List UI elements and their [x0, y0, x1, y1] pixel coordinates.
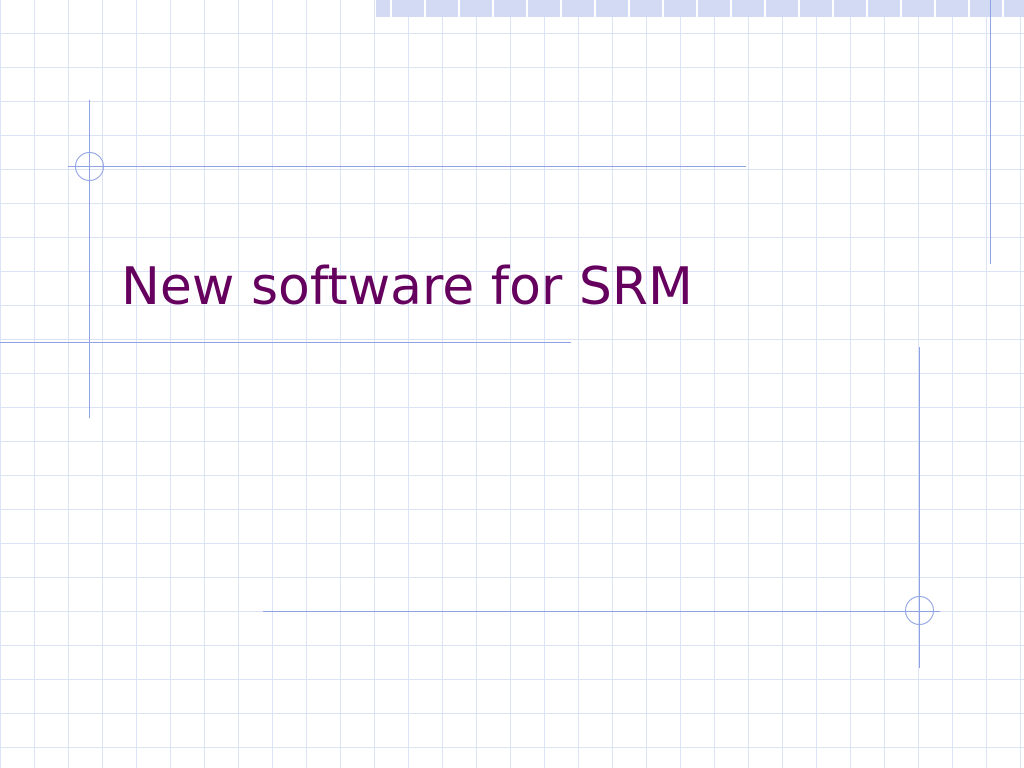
bottom-accent-line — [263, 611, 940, 612]
title-underline — [0, 342, 571, 343]
top-accent-line — [68, 166, 746, 167]
bottom-right-corner-circle — [905, 596, 934, 625]
slide-canvas: New software for SRM — [0, 0, 1024, 768]
top-left-corner-circle — [75, 152, 104, 181]
left-accent-line — [89, 100, 90, 418]
top-decorative-strip — [376, 0, 1024, 17]
right-edge-line — [990, 0, 991, 264]
slide-title: New software for SRM — [121, 257, 693, 317]
